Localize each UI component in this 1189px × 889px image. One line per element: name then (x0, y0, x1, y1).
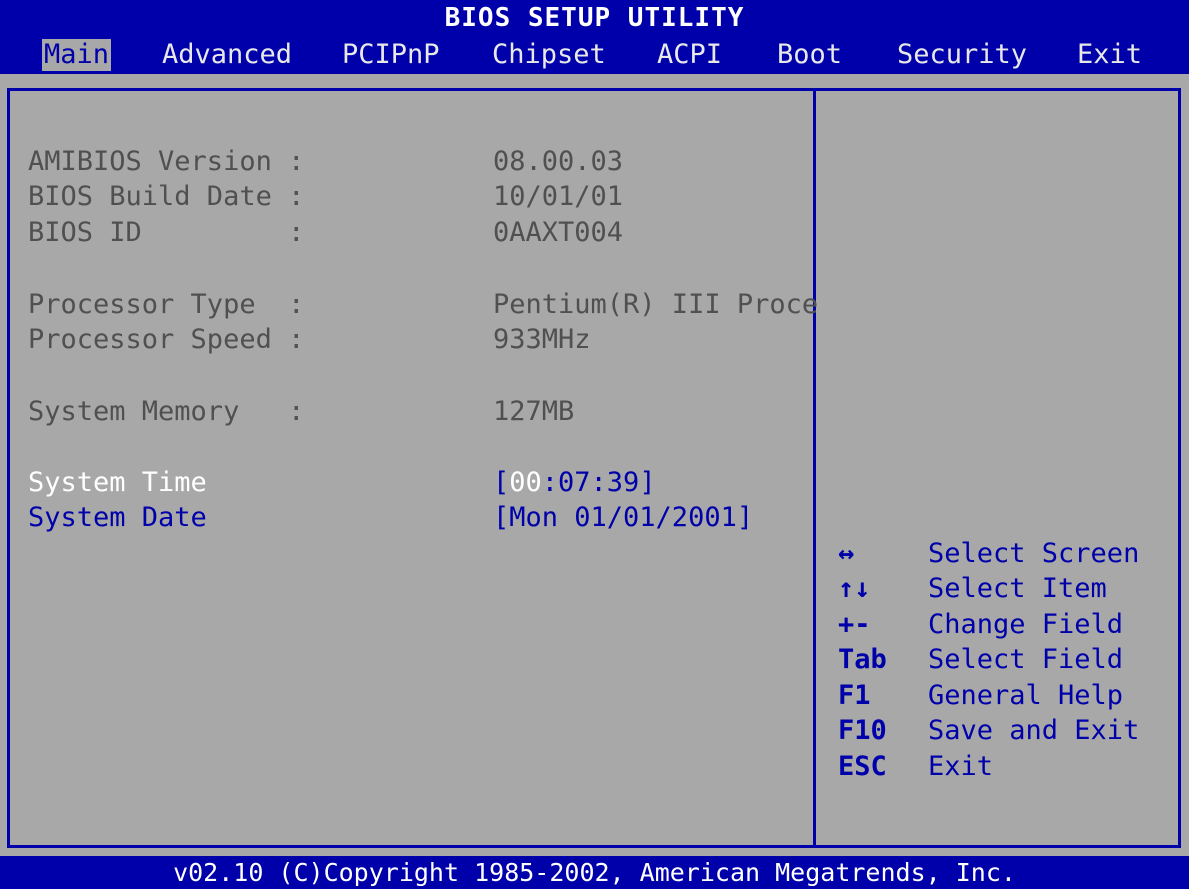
processor-speed-label: Processor Speed : (28, 324, 305, 355)
system-memory-value: 127MB (493, 396, 575, 427)
tab-pcipnp[interactable]: PCIPnP (342, 39, 440, 71)
tab-security[interactable]: Security (897, 39, 1027, 71)
help-change-field: Change Field (928, 609, 1124, 640)
amibios-version-label: AMIBIOS Version : (28, 146, 305, 177)
up-down-arrow-icon: ↑↓ (838, 573, 871, 604)
help-general-help: General Help (928, 680, 1124, 711)
processor-speed-value: 933MHz (493, 324, 591, 355)
bios-id-label: BIOS ID : (28, 217, 305, 248)
menu-bar: Main Advanced PCIPnP Chipset ACPI Boot S… (0, 36, 1189, 74)
system-time-field[interactable]: [00:07:39] (493, 467, 656, 499)
bios-id-value: 0AAXT004 (493, 217, 624, 248)
system-date-field[interactable]: [Mon 01/01/2001] (493, 502, 753, 534)
help-select-screen: Select Screen (928, 538, 1140, 569)
esc-key: ESC (838, 751, 887, 782)
system-time-hours[interactable]: 00 (509, 467, 542, 498)
help-divider (813, 88, 816, 848)
f10-key: F10 (838, 715, 887, 746)
help-save-and-exit: Save and Exit (928, 715, 1140, 746)
left-right-arrow-icon: ↔ (838, 538, 855, 569)
tab-acpi[interactable]: ACPI (657, 39, 722, 71)
tab-advanced[interactable]: Advanced (162, 39, 292, 71)
tab-key: Tab (838, 644, 887, 675)
tab-exit[interactable]: Exit (1077, 39, 1142, 71)
f1-key: F1 (838, 680, 871, 711)
system-memory-label: System Memory : (28, 396, 305, 427)
bios-build-date-label: BIOS Build Date : (28, 181, 305, 212)
tab-boot[interactable]: Boot (777, 39, 842, 71)
bios-build-date-value: 10/01/01 (493, 181, 624, 212)
help-select-field: Select Field (928, 644, 1124, 675)
processor-type-value: Pentium(R) III Proce (493, 289, 819, 320)
tab-main[interactable]: Main (42, 39, 112, 71)
app-title: BIOS SETUP UTILITY (0, 0, 1189, 36)
tab-chipset[interactable]: Chipset (492, 39, 606, 71)
help-exit: Exit (928, 751, 994, 782)
main-panel: AMIBIOS Version : 08.00.03 BIOS Build Da… (0, 74, 1189, 856)
amibios-version-value: 08.00.03 (493, 146, 624, 177)
plus-minus-key: +- (838, 609, 871, 640)
copyright-footer: v02.10 (C)Copyright 1985-2002, American … (0, 856, 1189, 889)
system-date-label[interactable]: System Date (28, 502, 207, 534)
system-time-open-bracket: [ (493, 467, 510, 498)
processor-type-label: Processor Type : (28, 289, 305, 320)
system-time-rest[interactable]: :07:39] (542, 467, 656, 498)
help-select-item: Select Item (928, 573, 1107, 604)
system-time-label[interactable]: System Time (28, 467, 207, 499)
